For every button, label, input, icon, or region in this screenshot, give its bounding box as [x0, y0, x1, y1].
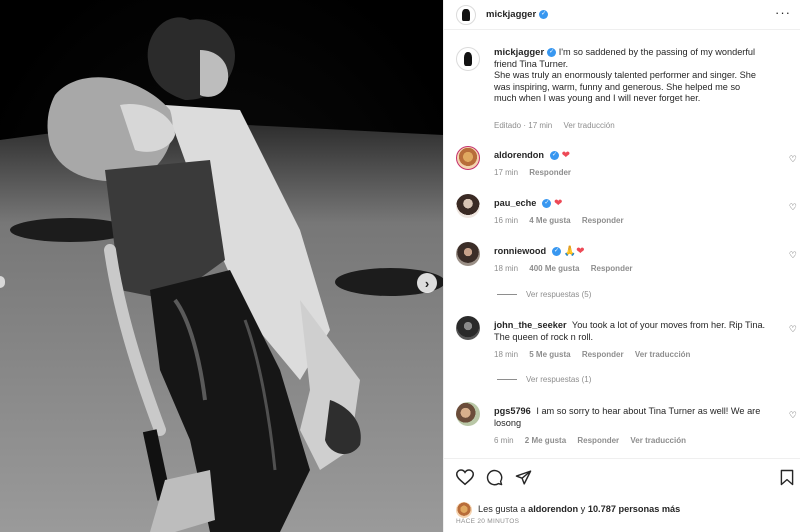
post-time-ago[interactable]: HACE 20 MINUTOS: [456, 518, 519, 525]
post-sidebar: mickjagger ✓ ··· mickjagger ✓ I'm so sadde…: [443, 0, 800, 532]
caption-edited-time: Editado · 17 min: [494, 121, 553, 130]
instagram-post: › mickjagger ✓ ··· mickjagger ✓ I'm so sad…: [0, 0, 800, 532]
comment-likes[interactable]: 2 Me gusta: [525, 436, 566, 445]
chevron-right-icon: ›: [424, 275, 430, 291]
share-icon[interactable]: [515, 469, 532, 486]
reply-button[interactable]: Responder: [582, 216, 624, 225]
caption-username[interactable]: mickjagger: [494, 47, 544, 58]
comment-body: I am so sorry to hear about Tina Turner …: [494, 406, 761, 428]
comment-text: pau_eche ✓ ❤: [494, 197, 774, 210]
action-bar: [444, 458, 800, 498]
reply-button[interactable]: Responder: [591, 264, 633, 273]
comment-username[interactable]: pau_eche: [494, 198, 536, 208]
comment-username[interactable]: john_the_seeker: [494, 320, 567, 330]
comment-username[interactable]: pgs5796: [494, 406, 531, 416]
comment-time: 17 min: [494, 168, 519, 177]
author-username[interactable]: mickjagger: [486, 9, 536, 20]
red-heart-emoji: ❤: [561, 150, 570, 161]
verified-badge-icon: ✓: [552, 247, 562, 257]
bookmark-icon[interactable]: [780, 469, 794, 486]
comment-meta: 18 min 400 Me gusta Responder: [494, 264, 642, 273]
replies-divider: [497, 294, 517, 296]
comment-like-heart-icon[interactable]: ♡: [789, 324, 797, 335]
comment-like-heart-icon[interactable]: ♡: [789, 154, 797, 165]
comment-text: john_the_seeker You took a lot of your m…: [494, 319, 774, 343]
comment-avatar[interactable]: [456, 194, 480, 218]
comment-likes[interactable]: 400 Me gusta: [529, 264, 579, 273]
concert-photo-illustration: [0, 0, 443, 532]
author-avatar[interactable]: [456, 5, 476, 25]
pray-heart-emoji: 🙏❤: [563, 246, 585, 257]
view-replies-label[interactable]: Ver respuestas (5): [526, 290, 591, 299]
comment-time: 16 min: [494, 216, 519, 225]
comment-avatar[interactable]: [456, 316, 480, 340]
carousel-next-button[interactable]: ›: [417, 273, 437, 293]
comment-likes[interactable]: 4 Me gusta: [529, 216, 570, 225]
red-heart-emoji: ❤: [553, 198, 563, 209]
comment-text: aldorendon ✓ ❤: [494, 149, 774, 162]
verified-badge-icon: ✓: [547, 48, 557, 58]
comment-meta: 17 min Responder: [494, 168, 580, 177]
replies-divider: [497, 379, 517, 381]
comment-avatar[interactable]: [456, 402, 480, 426]
likes-connector: y: [580, 504, 586, 514]
verified-badge-icon: ✓: [539, 9, 549, 19]
comment-username[interactable]: aldorendon: [494, 150, 544, 160]
comment-text: pgs5796 I am so sorry to hear about Tina…: [494, 405, 774, 429]
comment-time: 18 min: [494, 350, 519, 359]
comment-avatar[interactable]: [456, 242, 480, 266]
caption-meta: Editado · 17 min Ver traducción: [494, 121, 624, 130]
comment-username[interactable]: ronniewood: [494, 246, 546, 256]
post-header: mickjagger ✓ ···: [444, 0, 800, 30]
comment-like-heart-icon[interactable]: ♡: [789, 250, 797, 261]
comment-like-heart-icon[interactable]: ♡: [789, 410, 797, 421]
heart-icon[interactable]: [456, 469, 474, 486]
comment-avatar[interactable]: [456, 146, 480, 170]
author-name[interactable]: mickjagger ✓: [486, 9, 549, 20]
comment-time: 18 min: [494, 264, 519, 273]
comment-meta: 16 min 4 Me gusta Responder: [494, 216, 633, 225]
translate-link[interactable]: Ver traducción: [630, 436, 686, 445]
reply-button[interactable]: Responder: [577, 436, 619, 445]
post-caption: mickjagger ✓ I'm so saddened by the passi…: [494, 47, 794, 105]
liker-avatar[interactable]: [456, 502, 472, 518]
caption-line: much when I was young and I will never f…: [494, 93, 701, 103]
caption-line: was inspiring, warm, funny and generous.…: [494, 81, 741, 92]
reply-button[interactable]: Responder: [582, 350, 624, 359]
verified-badge-icon: ✓: [550, 151, 560, 161]
comment-meta: 18 min 5 Me gusta Responder Ver traducci…: [494, 350, 699, 359]
comment-time: 6 min: [494, 436, 514, 445]
reply-button[interactable]: Responder: [529, 168, 571, 177]
caption-translate-link[interactable]: Ver traducción: [564, 121, 615, 130]
likes-summary[interactable]: Les gusta a aldorendon y 10.787 personas…: [478, 504, 680, 514]
comment-likes[interactable]: 5 Me gusta: [529, 350, 570, 359]
caption-line: I'm so saddened by the passing of my won…: [558, 47, 756, 57]
verified-badge-icon: ✓: [542, 199, 552, 209]
caption-avatar[interactable]: [456, 47, 480, 71]
likes-username[interactable]: aldorendon: [528, 504, 578, 514]
translate-link[interactable]: Ver traducción: [635, 350, 691, 359]
comment-text: ronniewood ✓ 🙏❤: [494, 245, 774, 258]
caption-line: She was truly an enormously talented per…: [494, 70, 756, 80]
more-options-icon[interactable]: ···: [775, 5, 791, 20]
likes-count[interactable]: 10.787 personas más: [588, 504, 680, 514]
comment-meta: 6 min 2 Me gusta Responder Ver traducció…: [494, 436, 695, 445]
comment-icon[interactable]: [486, 469, 503, 486]
view-replies-button[interactable]: Ver respuestas (1): [497, 375, 591, 384]
post-photo[interactable]: ›: [0, 0, 443, 532]
comment-like-heart-icon[interactable]: ♡: [789, 202, 797, 213]
likes-prefix: Les gusta a: [478, 504, 526, 514]
view-replies-label[interactable]: Ver respuestas (1): [526, 375, 591, 384]
view-replies-button[interactable]: Ver respuestas (5): [497, 290, 591, 299]
caption-line: friend Tina Turner.: [494, 58, 569, 69]
